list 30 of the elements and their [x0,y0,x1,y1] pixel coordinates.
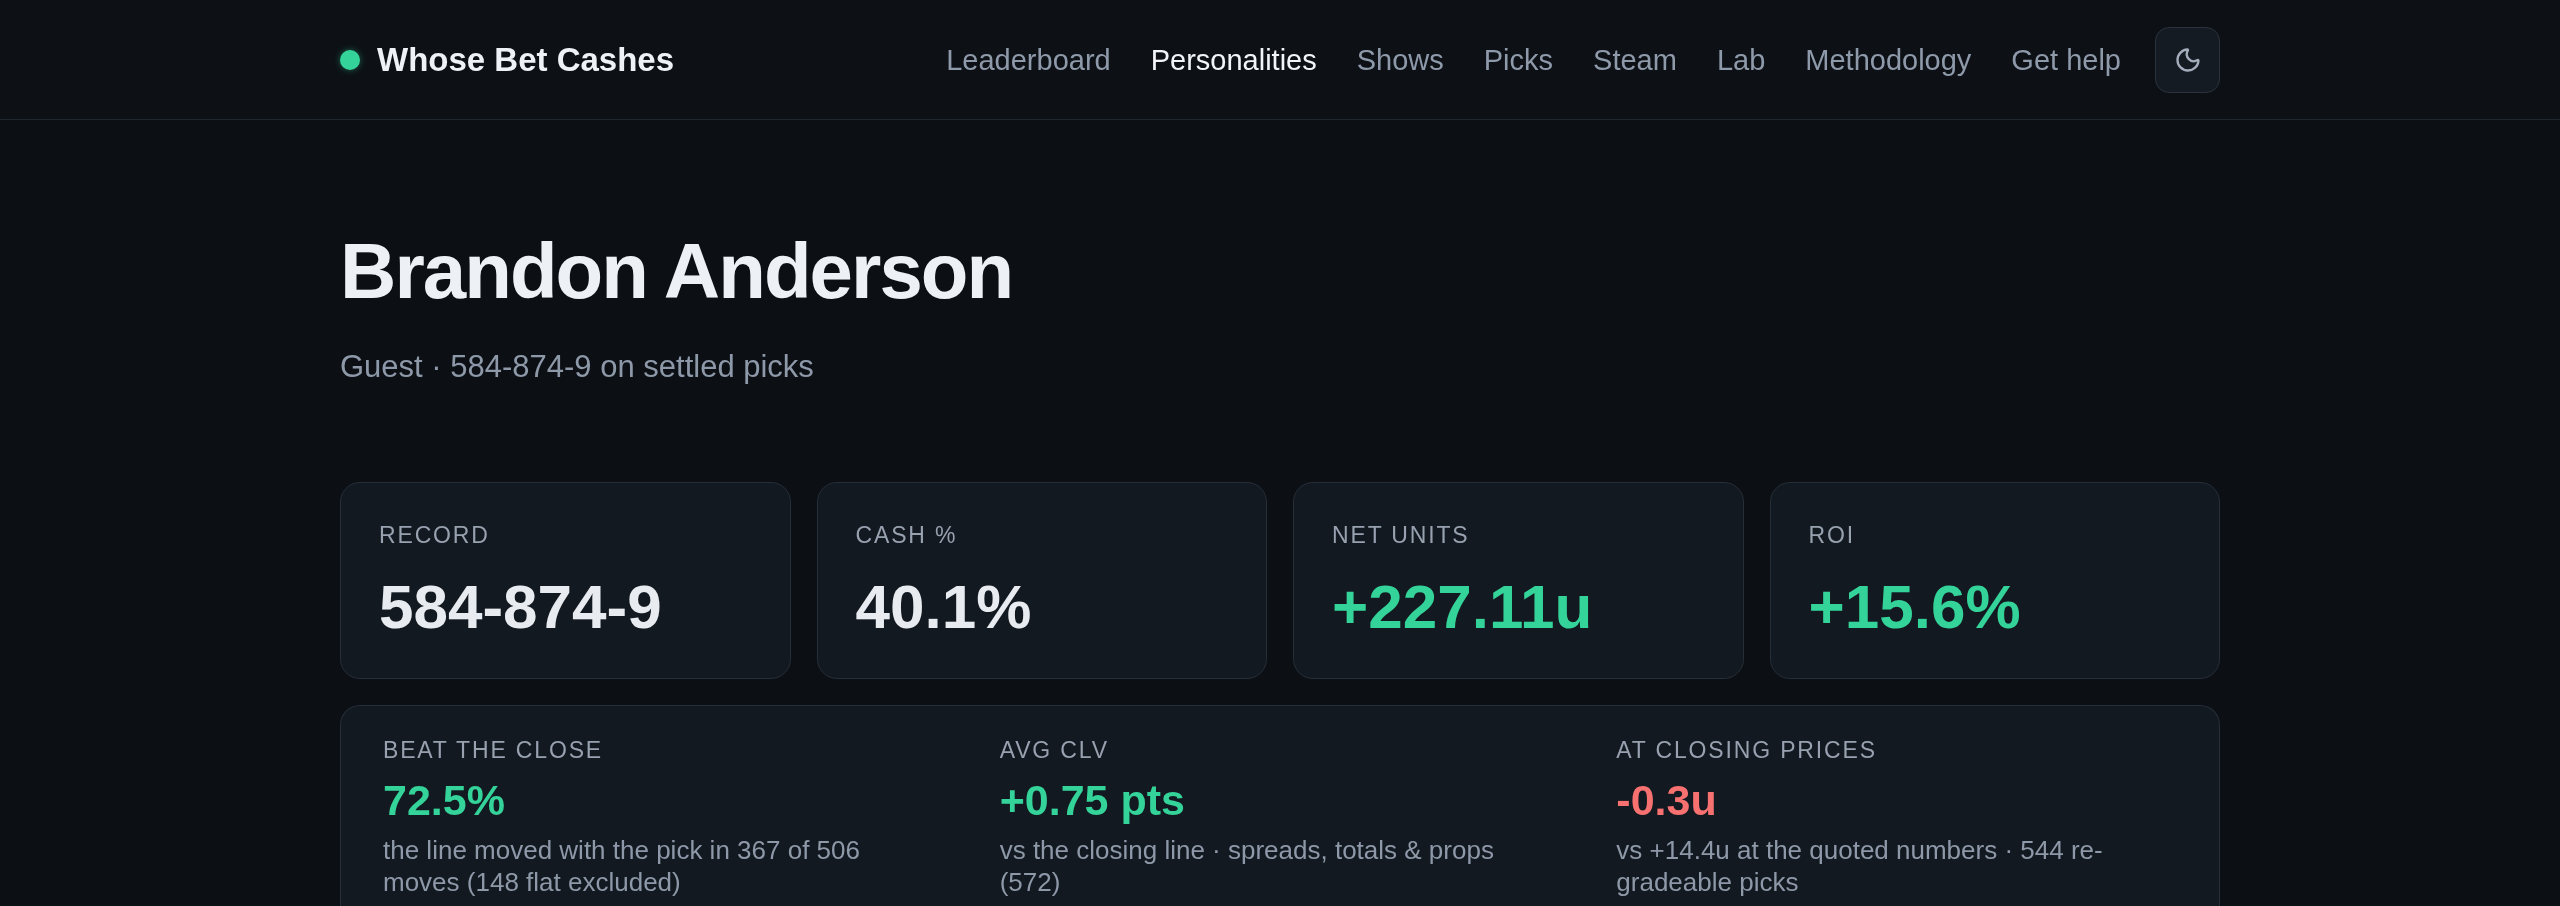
metric-note: vs the closing line · spreads, totals & props (572) [999,834,1495,898]
metric-value: 72.5% [383,776,505,824]
metric-label: AT CLOSING PRICES [1616,736,1877,764]
moon-icon [2173,45,2202,74]
stat-label: CASH % [855,521,958,549]
nav-link[interactable]: Get help [2011,41,2121,78]
nav-link[interactable]: Leaderboard [946,41,1111,78]
profile-name: Brandon Anderson [340,232,1013,310]
nav-link[interactable]: Steam [1593,41,1677,78]
nav-link[interactable]: Lab [1716,41,1766,78]
metric-value: +0.75 pts [999,776,1185,824]
metric-value: -0.3u [1616,776,1717,824]
nav-link[interactable]: Methodology [1805,41,1972,78]
site-logo-link[interactable]: Whose Bet Cashes [340,39,675,80]
nav-link[interactable]: Shows [1356,41,1444,78]
stat-value: 40.1% [855,577,1032,637]
metric-label: AVG CLV [999,736,1109,764]
metric-note: vs +14.4u at the quoted numbers · 544 re-gradeable picks [1616,834,2104,898]
stat-label: NET UNITS [1332,521,1470,549]
nav-link[interactable]: Picks [1483,41,1554,78]
stat-value: +15.6% [1808,577,2021,637]
theme-toggle-button[interactable] [2155,26,2220,93]
metric-note: the line moved with the pick in 367 of 506 moves (148 flat excluded) [383,834,861,898]
stat-value: 584-874-9 [379,577,662,637]
metric-label: BEAT THE CLOSE [383,736,604,764]
stat-value: +227.11u [1332,577,1593,637]
stat-label: ROI [1808,521,1855,549]
nav-link[interactable]: Personalities [1150,41,1317,78]
profile-subtitle: Guest · 584-874-9 on settled picks [340,348,814,386]
stat-label: RECORD [379,521,490,549]
